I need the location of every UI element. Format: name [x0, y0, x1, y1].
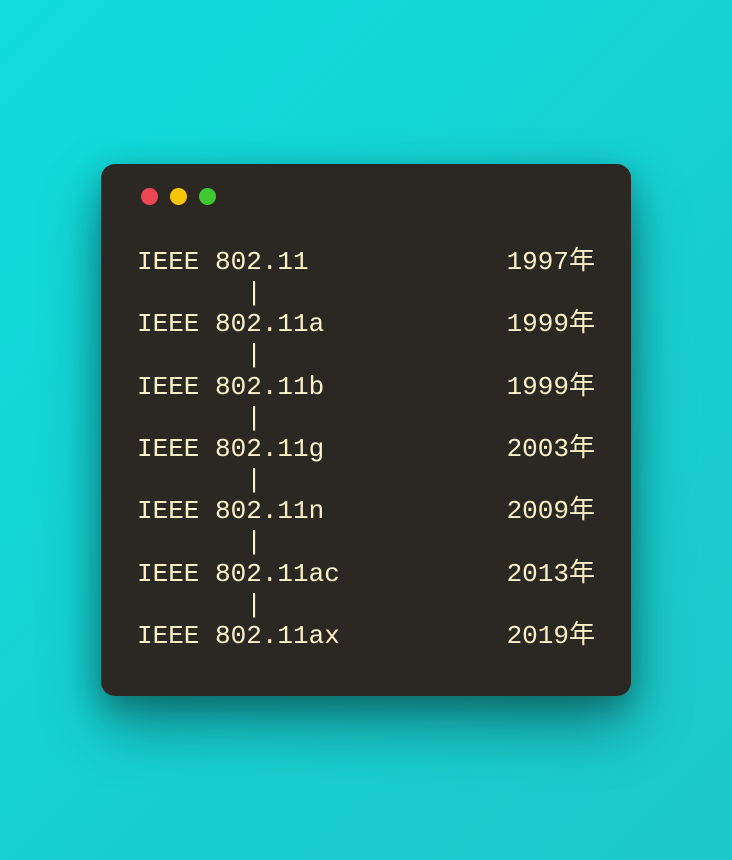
- standard-row: IEEE 802.11ac 2013年: [137, 559, 595, 590]
- tree-connector: |: [137, 340, 595, 371]
- minimize-icon[interactable]: [170, 188, 187, 205]
- standard-name: IEEE 802.11n: [137, 496, 324, 527]
- maximize-icon[interactable]: [199, 188, 216, 205]
- standard-row: IEEE 802.11 1997年: [137, 247, 595, 278]
- tree-connector: |: [137, 465, 595, 496]
- standard-name: IEEE 802.11ac: [137, 559, 340, 590]
- standard-name: IEEE 802.11a: [137, 309, 324, 340]
- standard-name: IEEE 802.11b: [137, 372, 324, 403]
- close-icon[interactable]: [141, 188, 158, 205]
- standard-year: 2013年: [507, 559, 595, 590]
- standard-year: 2003年: [507, 434, 595, 465]
- standard-name: IEEE 802.11ax: [137, 621, 340, 652]
- tree-connector: |: [137, 590, 595, 621]
- standard-row: IEEE 802.11a 1999年: [137, 309, 595, 340]
- standard-year: 1997年: [507, 247, 595, 278]
- tree-connector: |: [137, 527, 595, 558]
- standard-year: 1999年: [507, 372, 595, 403]
- standard-year: 2019年: [507, 621, 595, 652]
- standard-row: IEEE 802.11g 2003年: [137, 434, 595, 465]
- tree-connector: |: [137, 403, 595, 434]
- standard-year: 1999年: [507, 309, 595, 340]
- standard-year: 2009年: [507, 496, 595, 527]
- terminal-content: IEEE 802.11 1997年 | IEEE 802.11a 1999年 |…: [137, 247, 595, 652]
- standard-row: IEEE 802.11n 2009年: [137, 496, 595, 527]
- terminal-window: IEEE 802.11 1997年 | IEEE 802.11a 1999年 |…: [101, 164, 631, 696]
- standard-row: IEEE 802.11b 1999年: [137, 372, 595, 403]
- traffic-lights: [137, 188, 595, 205]
- tree-connector: |: [137, 278, 595, 309]
- standard-row: IEEE 802.11ax 2019年: [137, 621, 595, 652]
- standard-name: IEEE 802.11g: [137, 434, 324, 465]
- standard-name: IEEE 802.11: [137, 247, 309, 278]
